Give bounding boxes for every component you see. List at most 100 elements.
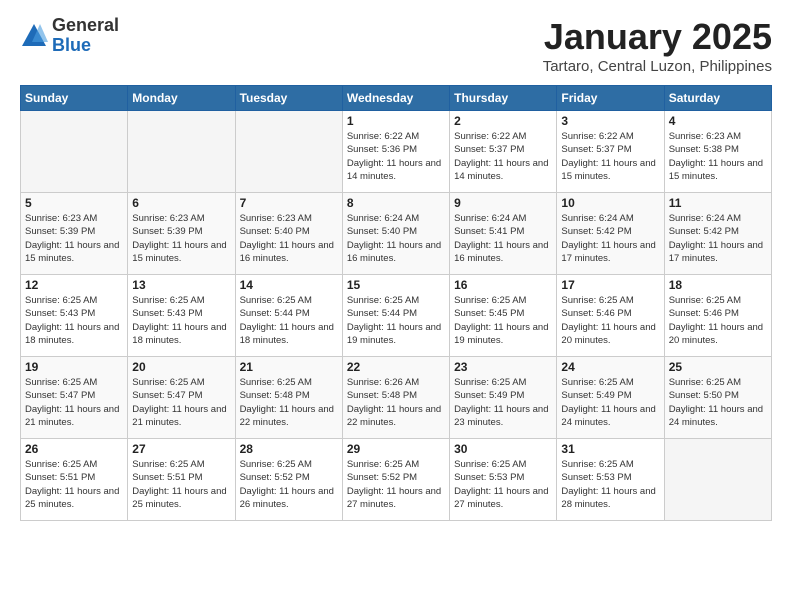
logo-icon bbox=[20, 22, 48, 50]
day-number: 5 bbox=[25, 196, 123, 210]
day-number: 8 bbox=[347, 196, 445, 210]
day-number: 22 bbox=[347, 360, 445, 374]
day-info: Sunrise: 6:26 AM Sunset: 5:48 PM Dayligh… bbox=[347, 376, 445, 429]
day-number: 26 bbox=[25, 442, 123, 456]
day-info: Sunrise: 6:23 AM Sunset: 5:38 PM Dayligh… bbox=[669, 130, 767, 183]
day-number: 21 bbox=[240, 360, 338, 374]
calendar-cell: 2 Sunrise: 6:22 AM Sunset: 5:37 PM Daylig… bbox=[450, 111, 557, 193]
day-info: Sunrise: 6:25 AM Sunset: 5:53 PM Dayligh… bbox=[454, 458, 552, 511]
calendar-cell bbox=[21, 111, 128, 193]
day-header-friday: Friday bbox=[557, 86, 664, 111]
calendar-cell: 10 Sunrise: 6:24 AM Sunset: 5:42 PM Dayli… bbox=[557, 193, 664, 275]
calendar-cell: 25 Sunrise: 6:25 AM Sunset: 5:50 PM Dayli… bbox=[664, 357, 771, 439]
header-row: SundayMondayTuesdayWednesdayThursdayFrid… bbox=[21, 86, 772, 111]
calendar-cell: 24Sunrise: 6:25 AM Sunset: 5:49 PM Dayli… bbox=[557, 357, 664, 439]
day-number: 19 bbox=[25, 360, 123, 374]
week-row-3: 19 Sunrise: 6:25 AM Sunset: 5:47 PM Dayli… bbox=[21, 357, 772, 439]
day-number: 3 bbox=[561, 114, 659, 128]
calendar-cell: 16 Sunrise: 6:25 AM Sunset: 5:45 PM Dayli… bbox=[450, 275, 557, 357]
day-info: Sunrise: 6:25 AM Sunset: 5:49 PM Dayligh… bbox=[454, 376, 552, 429]
calendar-cell: 30 Sunrise: 6:25 AM Sunset: 5:53 PM Dayli… bbox=[450, 439, 557, 521]
day-info: Sunrise: 6:23 AM Sunset: 5:39 PM Dayligh… bbox=[25, 212, 123, 265]
calendar-cell: 14 Sunrise: 6:25 AM Sunset: 5:44 PM Dayli… bbox=[235, 275, 342, 357]
header: General Blue January 2025 Tartaro, Centr… bbox=[20, 16, 772, 75]
calendar-cell: 21 Sunrise: 6:25 AM Sunset: 5:48 PM Dayli… bbox=[235, 357, 342, 439]
calendar-cell: 3 Sunrise: 6:22 AM Sunset: 5:37 PM Daylig… bbox=[557, 111, 664, 193]
day-number: 13 bbox=[132, 278, 230, 292]
day-number: 23 bbox=[454, 360, 552, 374]
day-number: 6 bbox=[132, 196, 230, 210]
day-info: Sunrise: 6:24 AM Sunset: 5:42 PM Dayligh… bbox=[669, 212, 767, 265]
day-number: 15 bbox=[347, 278, 445, 292]
day-number: 12 bbox=[25, 278, 123, 292]
day-number: 28 bbox=[240, 442, 338, 456]
calendar-cell: 31 Sunrise: 6:25 AM Sunset: 5:53 PM Dayli… bbox=[557, 439, 664, 521]
day-number: 4 bbox=[669, 114, 767, 128]
day-number: 29 bbox=[347, 442, 445, 456]
day-header-monday: Monday bbox=[128, 86, 235, 111]
day-header-wednesday: Wednesday bbox=[342, 86, 449, 111]
day-info: Sunrise: 6:22 AM Sunset: 5:37 PM Dayligh… bbox=[561, 130, 659, 183]
day-info: Sunrise: 6:25 AM Sunset: 5:46 PM Dayligh… bbox=[561, 294, 659, 347]
calendar-cell: 4 Sunrise: 6:23 AM Sunset: 5:38 PM Daylig… bbox=[664, 111, 771, 193]
day-info: Sunrise: 6:25 AM Sunset: 5:52 PM Dayligh… bbox=[347, 458, 445, 511]
day-info: Sunrise: 6:25 AM Sunset: 5:51 PM Dayligh… bbox=[132, 458, 230, 511]
calendar-cell: 28 Sunrise: 6:25 AM Sunset: 5:52 PM Dayli… bbox=[235, 439, 342, 521]
calendar-cell: 8 Sunrise: 6:24 AM Sunset: 5:40 PM Daylig… bbox=[342, 193, 449, 275]
day-info: Sunrise: 6:24 AM Sunset: 5:40 PM Dayligh… bbox=[347, 212, 445, 265]
day-number: 20 bbox=[132, 360, 230, 374]
calendar-cell: 15 Sunrise: 6:25 AM Sunset: 5:44 PM Dayli… bbox=[342, 275, 449, 357]
calendar-cell: 6 Sunrise: 6:23 AM Sunset: 5:39 PM Daylig… bbox=[128, 193, 235, 275]
day-info: Sunrise: 6:25 AM Sunset: 5:44 PM Dayligh… bbox=[240, 294, 338, 347]
day-info: Sunrise: 6:25 AM Sunset: 5:48 PM Dayligh… bbox=[240, 376, 338, 429]
day-info: Sunrise: 6:22 AM Sunset: 5:36 PM Dayligh… bbox=[347, 130, 445, 183]
day-number: 1 bbox=[347, 114, 445, 128]
logo-general: General bbox=[52, 16, 119, 36]
day-info: Sunrise: 6:22 AM Sunset: 5:37 PM Dayligh… bbox=[454, 130, 552, 183]
day-info: Sunrise: 6:25 AM Sunset: 5:49 PM Dayligh… bbox=[561, 376, 659, 429]
logo-text: General Blue bbox=[52, 16, 119, 56]
day-number: 11 bbox=[669, 196, 767, 210]
calendar: SundayMondayTuesdayWednesdayThursdayFrid… bbox=[20, 85, 772, 521]
day-info: Sunrise: 6:23 AM Sunset: 5:40 PM Dayligh… bbox=[240, 212, 338, 265]
day-info: Sunrise: 6:25 AM Sunset: 5:47 PM Dayligh… bbox=[132, 376, 230, 429]
day-number: 30 bbox=[454, 442, 552, 456]
week-row-4: 26 Sunrise: 6:25 AM Sunset: 5:51 PM Dayli… bbox=[21, 439, 772, 521]
day-info: Sunrise: 6:24 AM Sunset: 5:41 PM Dayligh… bbox=[454, 212, 552, 265]
day-number: 31 bbox=[561, 442, 659, 456]
calendar-cell: 19Sunrise: 6:25 AM Sunset: 5:47 PM Dayli… bbox=[21, 357, 128, 439]
week-row-2: 12 Sunrise: 6:25 AM Sunset: 5:43 PM Dayli… bbox=[21, 275, 772, 357]
calendar-cell bbox=[235, 111, 342, 193]
day-number: 16 bbox=[454, 278, 552, 292]
day-info: Sunrise: 6:25 AM Sunset: 5:52 PM Dayligh… bbox=[240, 458, 338, 511]
day-number: 14 bbox=[240, 278, 338, 292]
day-info: Sunrise: 6:23 AM Sunset: 5:39 PM Dayligh… bbox=[132, 212, 230, 265]
title-block: January 2025 Tartaro, Central Luzon, Phi… bbox=[543, 16, 772, 75]
day-number: 25 bbox=[669, 360, 767, 374]
calendar-cell: 5 Sunrise: 6:23 AM Sunset: 5:39 PM Daylig… bbox=[21, 193, 128, 275]
logo-blue: Blue bbox=[52, 36, 119, 56]
day-header-tuesday: Tuesday bbox=[235, 86, 342, 111]
calendar-cell: 13Sunrise: 6:25 AM Sunset: 5:43 PM Dayli… bbox=[128, 275, 235, 357]
calendar-cell: 9Sunrise: 6:24 AM Sunset: 5:41 PM Daylig… bbox=[450, 193, 557, 275]
day-info: Sunrise: 6:24 AM Sunset: 5:42 PM Dayligh… bbox=[561, 212, 659, 265]
day-info: Sunrise: 6:25 AM Sunset: 5:53 PM Dayligh… bbox=[561, 458, 659, 511]
calendar-cell: 20 Sunrise: 6:25 AM Sunset: 5:47 PM Dayli… bbox=[128, 357, 235, 439]
calendar-cell: 27Sunrise: 6:25 AM Sunset: 5:51 PM Dayli… bbox=[128, 439, 235, 521]
day-number: 7 bbox=[240, 196, 338, 210]
calendar-cell bbox=[128, 111, 235, 193]
calendar-cell: 29 Sunrise: 6:25 AM Sunset: 5:52 PM Dayli… bbox=[342, 439, 449, 521]
day-info: Sunrise: 6:25 AM Sunset: 5:50 PM Dayligh… bbox=[669, 376, 767, 429]
calendar-cell: 11 Sunrise: 6:24 AM Sunset: 5:42 PM Dayli… bbox=[664, 193, 771, 275]
calendar-cell: 22 Sunrise: 6:26 AM Sunset: 5:48 PM Dayli… bbox=[342, 357, 449, 439]
day-number: 10 bbox=[561, 196, 659, 210]
day-info: Sunrise: 6:25 AM Sunset: 5:43 PM Dayligh… bbox=[25, 294, 123, 347]
calendar-cell: 23 Sunrise: 6:25 AM Sunset: 5:49 PM Dayli… bbox=[450, 357, 557, 439]
day-info: Sunrise: 6:25 AM Sunset: 5:45 PM Dayligh… bbox=[454, 294, 552, 347]
calendar-cell bbox=[664, 439, 771, 521]
day-header-sunday: Sunday bbox=[21, 86, 128, 111]
day-info: Sunrise: 6:25 AM Sunset: 5:46 PM Dayligh… bbox=[669, 294, 767, 347]
day-info: Sunrise: 6:25 AM Sunset: 5:44 PM Dayligh… bbox=[347, 294, 445, 347]
day-number: 2 bbox=[454, 114, 552, 128]
day-header-saturday: Saturday bbox=[664, 86, 771, 111]
